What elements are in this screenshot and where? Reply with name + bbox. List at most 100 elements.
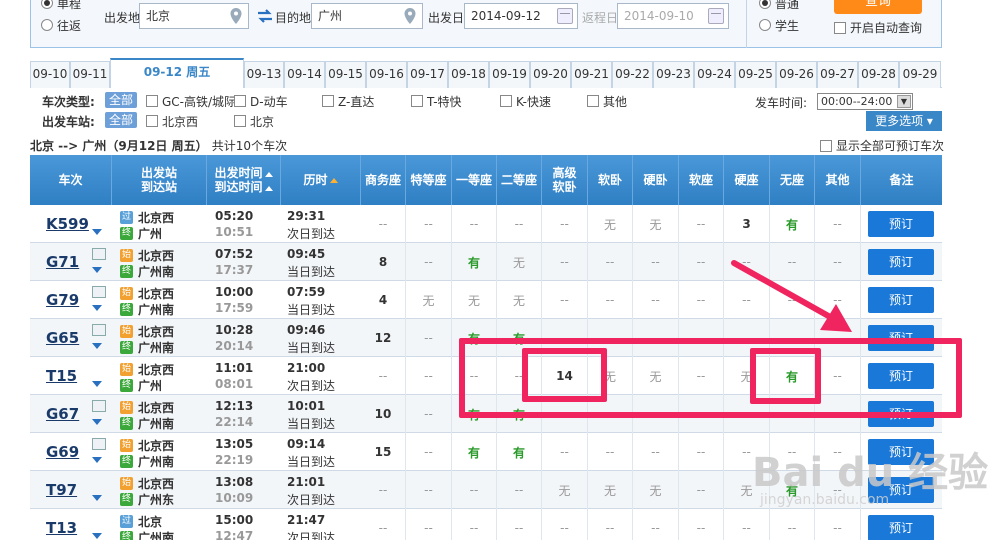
filter-d[interactable]: D-动车 [234,93,288,109]
depart-time: 11:01 [215,361,254,375]
book-button[interactable]: 预订 [868,515,934,540]
location-pin-icon[interactable] [403,8,417,24]
checkbox[interactable] [587,95,599,107]
chevron-down-icon[interactable] [92,495,102,501]
date-tab[interactable]: 09-29 [899,61,941,88]
train-number-link[interactable]: G65 [46,329,79,347]
checkbox[interactable] [322,95,334,107]
location-pin-icon[interactable] [229,8,243,24]
date-tab[interactable]: 09-28 [858,61,899,88]
col-duration[interactable]: 历时 [281,155,361,205]
filter-t[interactable]: T-特快 [411,93,462,109]
date-tab[interactable]: 09-10 [30,61,70,88]
from-station: 过北京西 [120,209,174,226]
chevron-down-icon[interactable] [92,267,102,273]
calendar-icon[interactable] [557,8,573,24]
date-tab[interactable]: 09-25 [735,61,776,88]
book-button[interactable]: 预订 [868,211,934,237]
filter-d-label: D-动车 [250,94,288,109]
chevron-down-icon[interactable] [92,381,102,387]
depart-time: 10:28 [215,323,254,337]
chevron-down-icon[interactable] [92,457,102,463]
checkbox[interactable] [234,115,246,127]
date-tab[interactable]: 09-12 周五 [110,58,244,88]
show-all-checkbox[interactable] [820,139,832,152]
col-train[interactable]: 车次 [30,155,112,205]
train-number-link[interactable]: G67 [46,405,79,423]
auto-query-checkbox[interactable] [834,21,846,34]
checkbox[interactable] [146,95,158,107]
one-way-option[interactable]: 单程 [41,0,101,14]
filter-other[interactable]: 其他 [587,93,627,109]
checkbox[interactable] [411,95,423,107]
date-tab[interactable]: 09-11 [70,61,110,88]
date-tab[interactable]: 09-24 [694,61,735,88]
date-tab[interactable]: 09-18 [448,61,489,88]
one-way-radio[interactable] [41,0,53,9]
date-tab[interactable]: 09-16 [366,61,407,88]
chevron-down-icon[interactable] [92,343,102,349]
date-tab[interactable]: 09-22 [612,61,653,88]
query-button[interactable]: 查询 [834,0,922,14]
date-tab[interactable]: 09-14 [284,61,325,88]
auto-query-option[interactable]: 开启自动查询 [834,19,922,36]
adult-option[interactable]: 普通 [759,0,799,14]
train-number-link[interactable]: T13 [46,519,77,537]
col-times[interactable]: 出发时间 到达时间 [207,155,281,205]
checkbox[interactable] [234,95,246,107]
chevron-down-icon[interactable] [92,419,102,425]
checkbox[interactable] [146,115,158,127]
date-tab[interactable]: 09-19 [489,61,530,88]
sort-up-icon[interactable] [329,177,338,183]
book-button[interactable]: 预订 [868,287,934,313]
swap-icon[interactable] [257,9,273,23]
date-tab[interactable]: 09-17 [407,61,448,88]
book-button[interactable]: 预订 [868,249,934,275]
filter-gc[interactable]: GC-高铁/城际 [146,93,236,109]
depart-time-select[interactable]: 00:00--24:00 ▼ [817,93,913,110]
sort-up-icon[interactable] [264,172,273,177]
round-trip-option[interactable]: 往返 [41,14,101,36]
station-beijingxi[interactable]: 北京西 [146,113,198,129]
calendar-icon[interactable] [708,8,724,24]
return-date-input[interactable]: 2014-09-10 [617,3,729,29]
student-option[interactable]: 学生 [759,14,799,36]
date-tab[interactable]: 09-26 [776,61,817,88]
student-radio[interactable] [759,19,771,31]
train-number-link[interactable]: T15 [46,367,77,385]
train-number-link[interactable]: K599 [46,215,89,233]
train-number-link[interactable]: G69 [46,443,79,461]
chevron-down-icon[interactable] [92,305,102,311]
from-input[interactable]: 北京 [139,3,249,29]
chevron-down-icon[interactable] [92,229,102,235]
date-tab[interactable]: 09-15 [325,61,366,88]
date-tab[interactable]: 09-27 [817,61,858,88]
seat-qt: -- [815,243,861,281]
station-type-badge: 终 [120,227,133,240]
chevron-down-icon[interactable]: ▼ [897,95,911,108]
date-tab[interactable]: 09-21 [571,61,612,88]
filter-z[interactable]: Z-直达 [322,93,374,109]
checkbox[interactable] [500,95,512,107]
train-number-link[interactable]: G71 [46,253,79,271]
station-beijing[interactable]: 北京 [234,113,274,129]
adult-radio[interactable] [759,0,771,9]
show-all-option[interactable]: 显示全部可预订车次 [820,137,944,154]
to-input[interactable]: 广州 [311,3,423,29]
depart-date-input[interactable]: 2014-09-12 [464,3,578,29]
round-trip-radio[interactable] [41,19,53,31]
train-type-all[interactable]: 全部 [105,92,138,108]
id-card-icon [92,248,106,260]
from-station: 过北京 [120,513,162,530]
sort-up-icon[interactable] [264,186,273,191]
date-tab[interactable]: 09-23 [653,61,694,88]
depart-station-all[interactable]: 全部 [105,112,138,128]
chevron-down-icon[interactable] [92,533,102,539]
more-options-button[interactable]: 更多选项 ▾ [866,111,942,131]
date-tab[interactable]: 09-20 [530,61,571,88]
train-number-link[interactable]: T97 [46,481,77,499]
filter-k[interactable]: K-快速 [500,93,551,109]
date-tab[interactable]: 09-13 [244,61,284,88]
train-number-link[interactable]: G79 [46,291,79,309]
filter-z-label: Z-直达 [338,94,375,109]
